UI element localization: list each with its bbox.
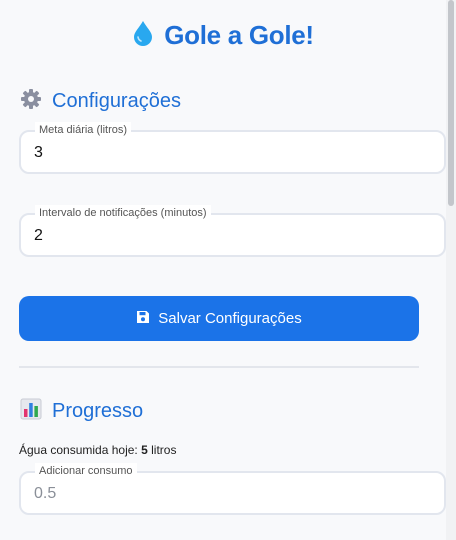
water-consumed-prefix: Água consumida hoje: [19, 443, 142, 457]
add-consumption-label: Adicionar consumo [35, 463, 137, 479]
settings-heading-text: Configurações [52, 90, 181, 112]
app-title: Gole a Gole! [164, 20, 314, 50]
app-page: Gole a Gole! Configurações Meta diária (… [0, 0, 456, 540]
progress-heading: Progresso [20, 398, 143, 425]
interval-field[interactable]: Intervalo de notificações (minutos) 2 [19, 205, 446, 257]
save-settings-button[interactable]: Salvar Configurações [19, 296, 419, 341]
scrollbar-thumb[interactable] [448, 0, 454, 206]
water-consumed-amount: 5 [141, 443, 148, 457]
water-drop-icon [132, 20, 154, 51]
daily-goal-value: 3 [34, 144, 43, 161]
water-consumed-text: Água consumida hoje: 5 litros [19, 443, 176, 457]
bar-chart-icon [20, 398, 42, 425]
progress-heading-text: Progresso [52, 400, 144, 422]
floppy-disk-icon [136, 310, 150, 328]
daily-goal-field[interactable]: Meta diária (litros) 3 [19, 122, 446, 174]
add-consumption-placeholder: 0.5 [34, 485, 57, 502]
save-settings-label: Salvar Configurações [158, 310, 302, 327]
interval-value: 2 [34, 227, 43, 244]
section-divider [19, 366, 419, 368]
add-consumption-field[interactable]: Adicionar consumo 0.5 [19, 463, 446, 515]
water-consumed-unit: litros [147, 443, 177, 457]
interval-label: Intervalo de notificações (minutos) [35, 205, 211, 221]
app-header: Gole a Gole! [0, 20, 446, 51]
scrollbar[interactable] [446, 0, 456, 540]
daily-goal-label: Meta diária (litros) [35, 122, 132, 138]
settings-heading: Configurações [20, 88, 181, 115]
gear-icon [20, 88, 42, 115]
